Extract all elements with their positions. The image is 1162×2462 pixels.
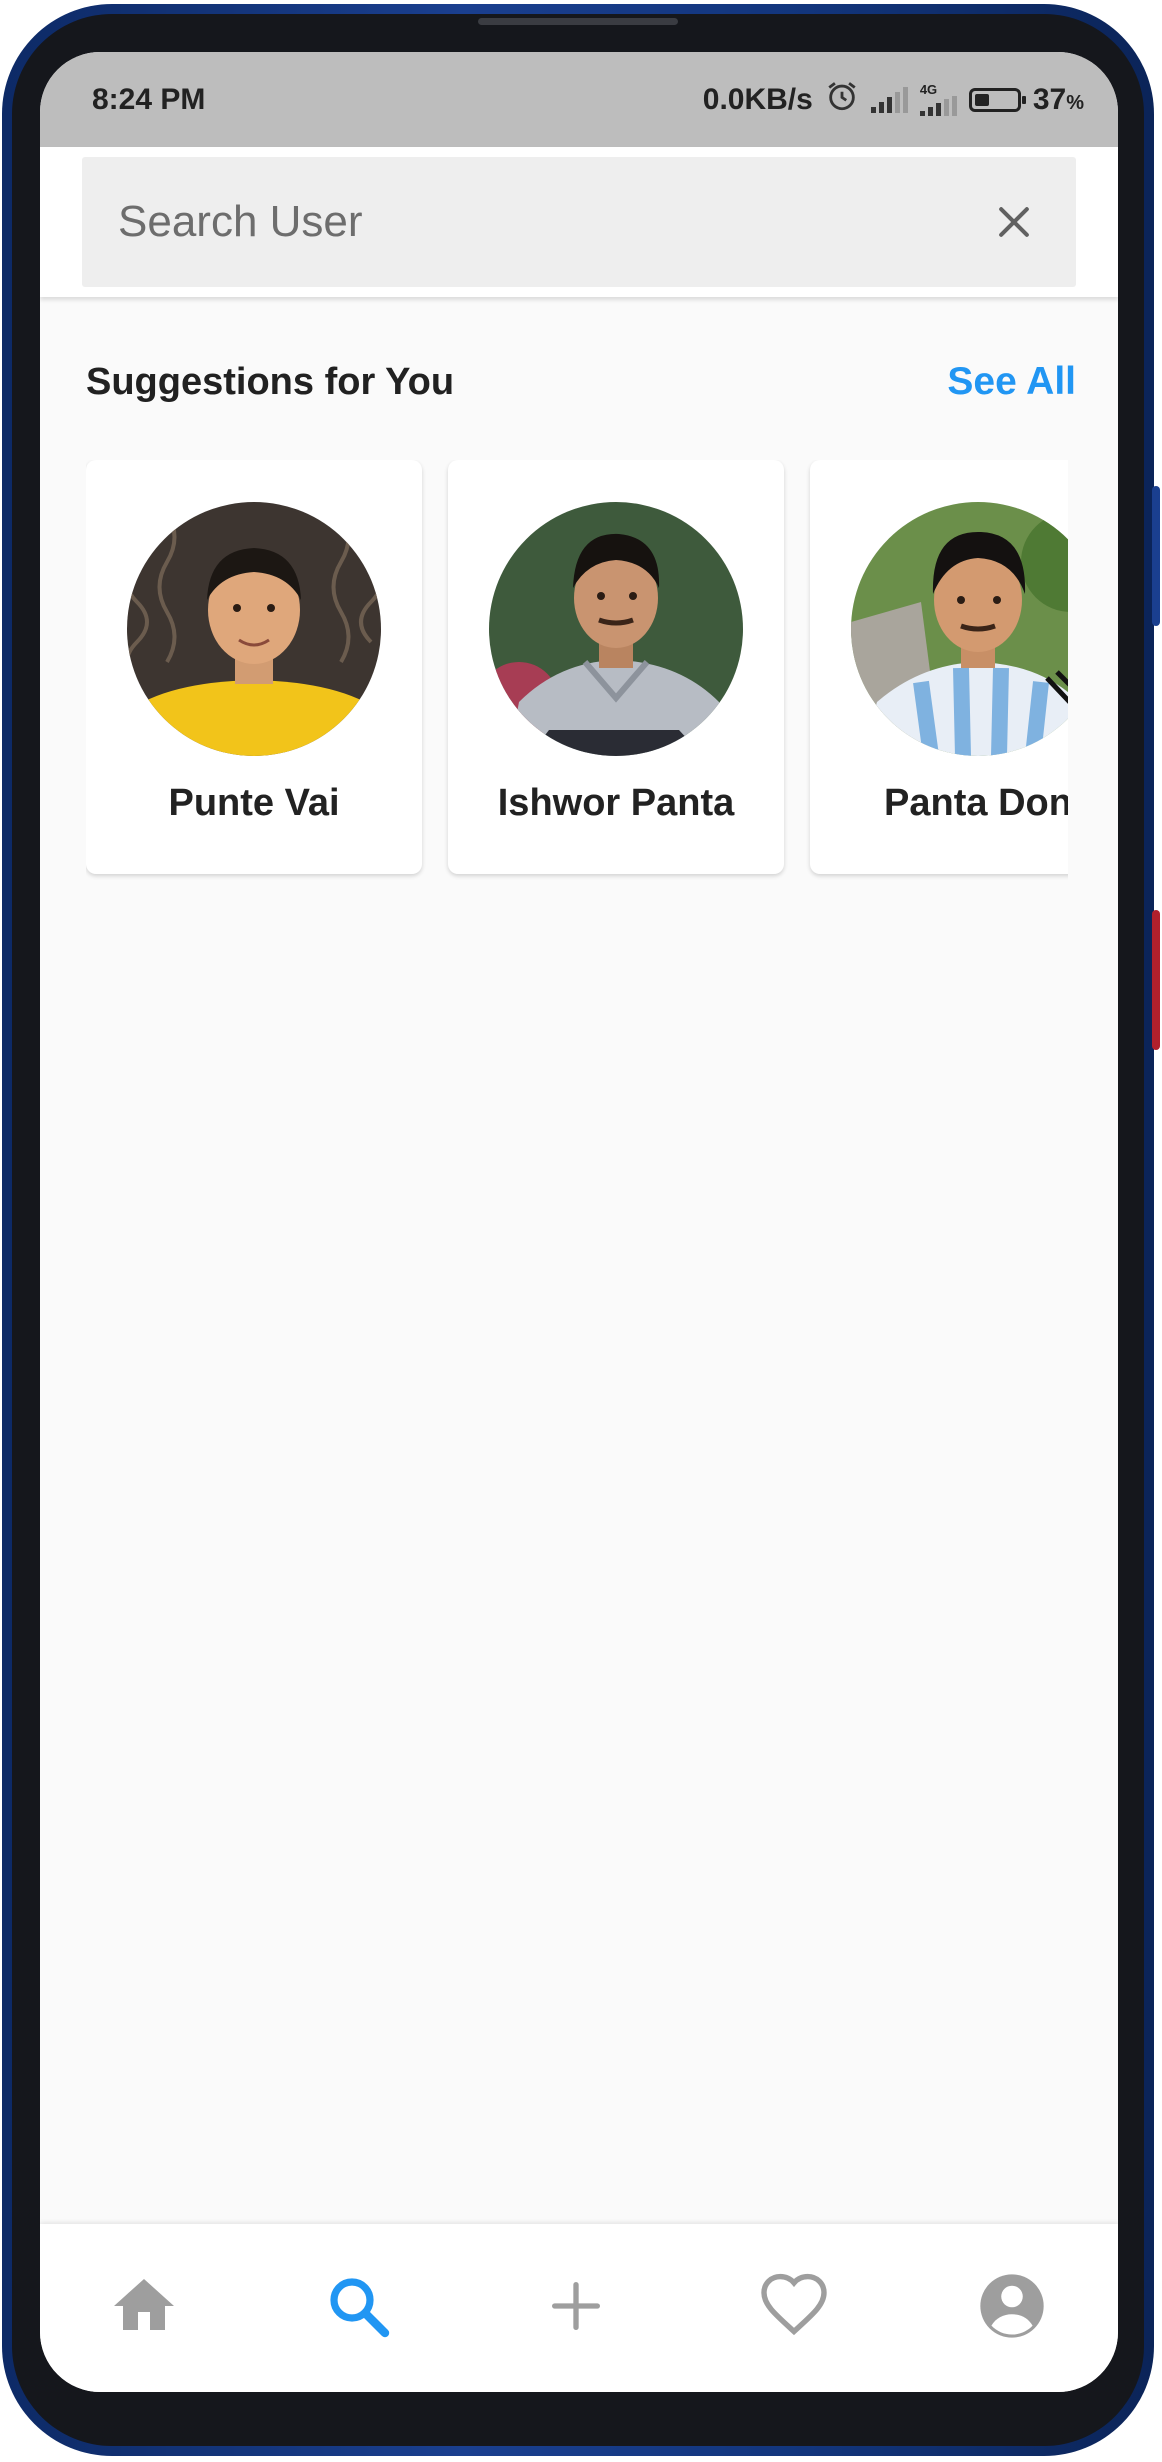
- search-header: [40, 147, 1118, 297]
- search-icon: [322, 2270, 394, 2347]
- see-all-link[interactable]: See All: [947, 360, 1076, 404]
- add-icon: [544, 2274, 608, 2343]
- app-screen: 8:24 PM 0.0KB/s 4G 37% Search User Sugge…: [40, 52, 1118, 2392]
- search-box: [82, 157, 1076, 287]
- avatar[interactable]: [489, 502, 743, 756]
- volume-button: [1152, 486, 1160, 626]
- search-input[interactable]: [116, 196, 940, 248]
- user-name: Ishwor Panta: [497, 782, 735, 824]
- close-icon[interactable]: [992, 200, 1036, 244]
- home-icon: [108, 2270, 180, 2347]
- user-name: Punte Vai: [168, 782, 340, 824]
- user-card[interactable]: Punte Vai: [86, 460, 422, 874]
- heart-icon: [758, 2270, 830, 2347]
- avatar[interactable]: [851, 502, 1068, 756]
- suggestions-header: Suggestions for You See All: [86, 352, 1076, 412]
- user-card[interactable]: Panta Don: [810, 460, 1068, 874]
- nav-add[interactable]: [538, 2270, 614, 2346]
- status-time: 8:24 PM: [92, 82, 206, 116]
- nav-home[interactable]: [106, 2270, 182, 2346]
- user-card[interactable]: Ishwor Panta: [448, 460, 784, 874]
- nav-search[interactable]: [320, 2270, 396, 2346]
- alarm-icon: [825, 79, 859, 121]
- suggestions-title: Suggestions for You: [86, 360, 455, 403]
- suggestions-carousel[interactable]: Punte Vai Ishwor Panta Panta Don: [86, 460, 1068, 890]
- signal-icon: [870, 86, 908, 113]
- bottom-navigation: [40, 2224, 1118, 2392]
- account-icon: [974, 2268, 1050, 2349]
- battery-unit: %: [1066, 91, 1084, 114]
- user-name: Panta Don: [884, 782, 1068, 824]
- phone-device: 8:24 PM 0.0KB/s 4G 37% Search User Sugge…: [0, 0, 1162, 2462]
- nav-profile[interactable]: [974, 2270, 1050, 2346]
- battery-percent: 37: [1032, 82, 1067, 116]
- avatar[interactable]: [127, 502, 381, 756]
- battery-level: 37%: [1033, 83, 1084, 117]
- battery-icon: [968, 87, 1026, 112]
- power-button: [1152, 910, 1160, 1050]
- network-speed: 0.0KB/s: [702, 82, 813, 116]
- signal-4g-group: 4G: [919, 82, 957, 116]
- signal-4g-icon: [919, 96, 957, 116]
- network-type: 4G: [919, 82, 938, 97]
- earpiece-speaker: [478, 18, 678, 25]
- status-bar: 8:24 PM 0.0KB/s 4G 37%: [40, 52, 1118, 147]
- nav-activity[interactable]: [756, 2270, 832, 2346]
- status-indicators: 0.0KB/s 4G 37%: [703, 79, 1084, 121]
